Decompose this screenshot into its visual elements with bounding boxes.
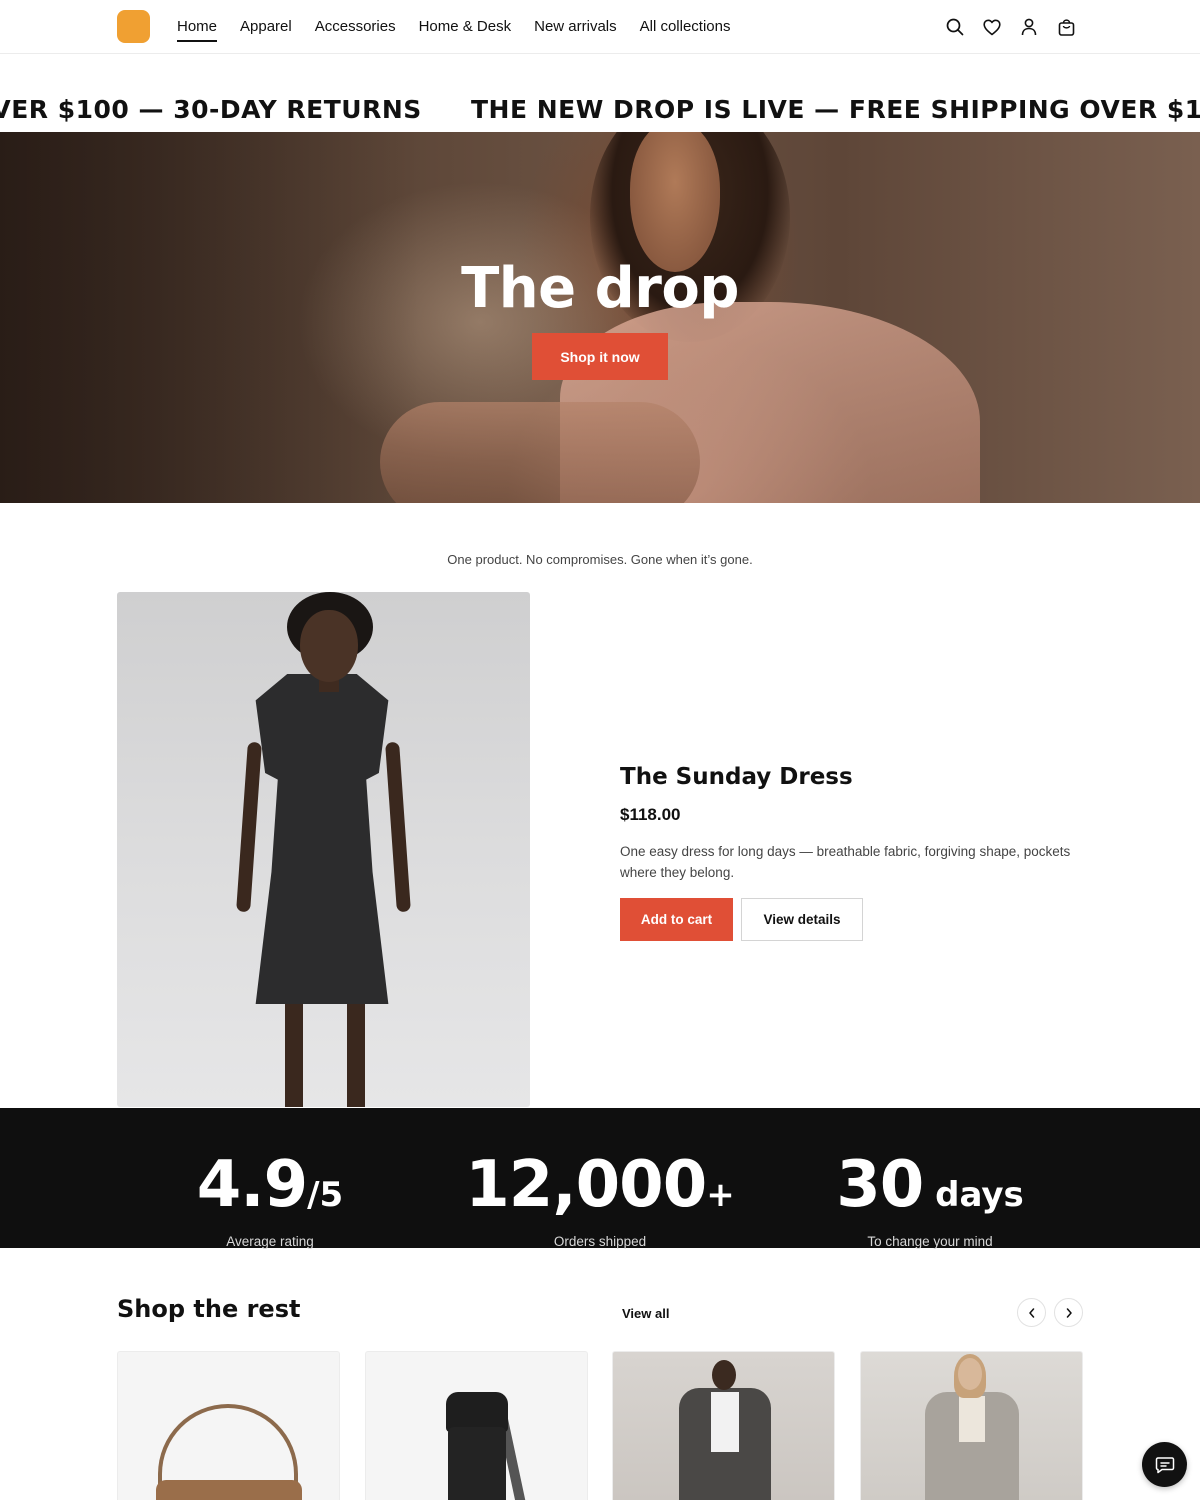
model-leg — [347, 1002, 365, 1107]
chevron-left-icon — [1028, 1307, 1034, 1318]
model-arm — [385, 741, 411, 913]
chevron-right-icon — [1066, 1307, 1072, 1318]
main-nav: Home Apparel Accessories Home & Desk New… — [177, 0, 731, 54]
stat-label: Orders shipped — [553, 1234, 647, 1249]
store-logo[interactable] — [117, 10, 150, 43]
stats-band: 4.9/5 Average rating 12,000+ Orders ship… — [0, 1108, 1200, 1249]
model-head — [958, 1358, 982, 1390]
product-card[interactable] — [365, 1351, 588, 1500]
cart-icon[interactable] — [1056, 15, 1076, 39]
section-tagline: One product. No compromises. Gone when i… — [447, 552, 753, 567]
sling-body — [448, 1427, 506, 1500]
chat-button[interactable] — [1142, 1442, 1187, 1487]
stat-rating: 4.9/5 Average rating — [105, 1108, 435, 1249]
marquee-text: THE NEW DROP IS LIVE — FREE SHIPPING OVE… — [470, 95, 1200, 124]
product-name: The Sunday Dress — [620, 764, 853, 790]
model-top — [959, 1396, 985, 1442]
nav-item-home[interactable]: Home — [177, 0, 218, 54]
product-card[interactable] — [860, 1351, 1083, 1500]
hero-banner: The drop Shop it now — [0, 132, 1200, 503]
featured-product-info: The Sunday Dress $118.00 One easy dress … — [620, 764, 1090, 941]
search-icon[interactable] — [945, 15, 965, 39]
stat-suffix: /5 — [307, 1175, 344, 1215]
product-card[interactable] — [117, 1351, 340, 1500]
model-dress — [255, 674, 389, 1004]
product-description: One easy dress for long days — breathabl… — [620, 844, 1071, 880]
nav-item-new-arrivals[interactable]: New arrivals — [534, 0, 617, 54]
marquee-track: PING OVER $100 — 30-DAY RETURNS THE NEW … — [0, 95, 1200, 124]
view-all-link[interactable]: View all — [622, 1306, 669, 1321]
sling-top — [446, 1392, 508, 1432]
announcement-marquee: PING OVER $100 — 30-DAY RETURNS THE NEW … — [0, 95, 1200, 135]
header-actions — [945, 15, 1076, 39]
hero-title: The drop — [461, 256, 739, 321]
stat-label: Average rating — [226, 1234, 314, 1249]
nav-item-apparel[interactable]: Apparel — [240, 0, 292, 54]
stat-label: To change your mind — [867, 1234, 993, 1249]
heart-icon[interactable] — [982, 15, 1002, 39]
stat-value: 12,000+ — [465, 1148, 735, 1222]
stat-orders: 12,000+ Orders shipped — [435, 1108, 765, 1249]
model-head — [300, 610, 358, 682]
stat-returns: 30 days To change your mind — [765, 1108, 1095, 1249]
stat-suffix: + — [706, 1175, 735, 1215]
model-head — [712, 1360, 736, 1390]
carousel-next-button[interactable] — [1054, 1298, 1083, 1327]
add-to-cart-button[interactable]: Add to cart — [620, 898, 733, 941]
nav-item-all-collections[interactable]: All collections — [640, 0, 731, 54]
model-arm — [236, 741, 262, 913]
view-details-button[interactable]: View details — [741, 898, 863, 941]
stat-suffix: days — [923, 1175, 1024, 1215]
model-leg — [285, 1002, 303, 1107]
nav-item-accessories[interactable]: Accessories — [315, 0, 396, 54]
product-actions: Add to cart View details — [620, 898, 1090, 941]
chat-icon — [1155, 1456, 1174, 1473]
bag-body — [156, 1480, 302, 1500]
carousel-prev-button[interactable] — [1017, 1298, 1046, 1327]
nav-item-home-desk[interactable]: Home & Desk — [419, 0, 512, 54]
hero-image-arm — [380, 402, 700, 503]
user-icon[interactable] — [1019, 15, 1039, 39]
stat-value: 30 days — [836, 1148, 1024, 1222]
product-card[interactable] — [612, 1351, 835, 1500]
section-title: Shop the rest — [117, 1295, 301, 1323]
featured-product-image[interactable] — [117, 592, 530, 1107]
marquee-text: PING OVER $100 — 30-DAY RETURNS — [0, 95, 422, 124]
site-header: Home Apparel Accessories Home & Desk New… — [0, 0, 1200, 54]
product-price: $118.00 — [620, 805, 681, 824]
shop-now-button[interactable]: Shop it now — [532, 333, 668, 380]
model-shirt — [711, 1392, 739, 1452]
stat-value: 4.9/5 — [196, 1148, 344, 1222]
